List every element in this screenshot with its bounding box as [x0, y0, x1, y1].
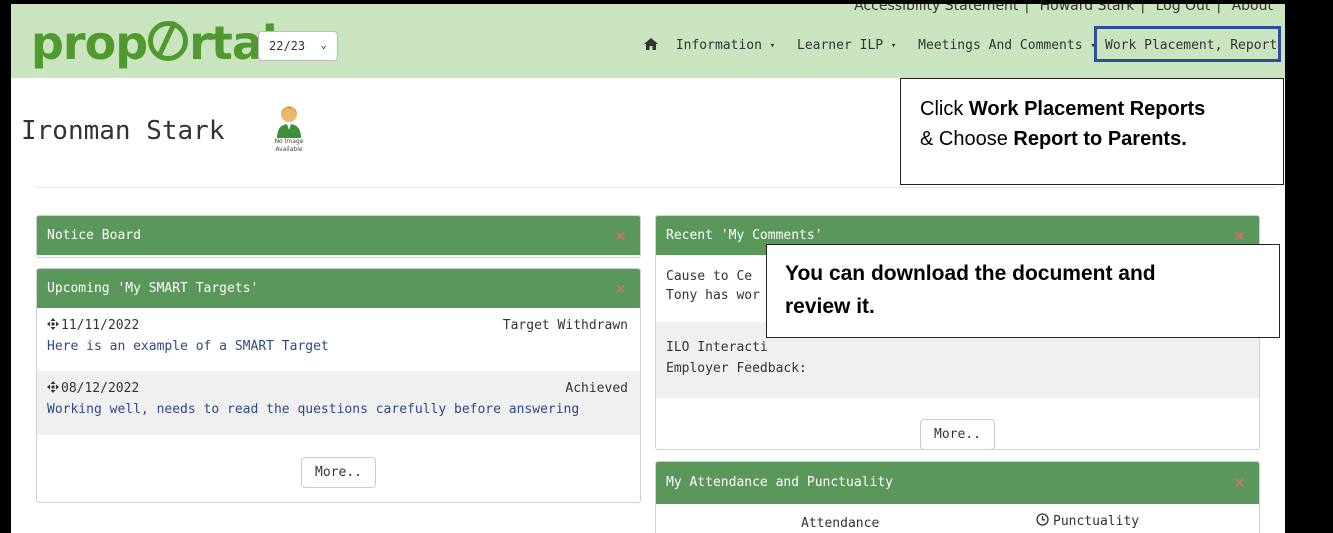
nav-learner-ilp[interactable]: Learner ILP ▾ — [797, 38, 896, 53]
caret-down-icon: ▾ — [890, 41, 897, 51]
year-select[interactable]: 22/23 ⌄ — [258, 31, 338, 61]
punctuality-label-text: Punctuality — [1053, 514, 1140, 529]
home-icon[interactable] — [644, 38, 658, 50]
caret-down-icon: ▾ — [769, 41, 776, 51]
header-bar: Accessibility Statement | Howard Stark | L… — [11, 4, 1285, 78]
person-placeholder-icon — [277, 106, 301, 138]
nav-meetings[interactable]: Meetings And Comments ▾ — [918, 38, 1096, 53]
attendance-title: My Attendance and Punctuality — [666, 475, 893, 490]
notice-board-header: Notice Board ✕ — [37, 216, 640, 255]
target-date: 08/12/2022 — [61, 381, 140, 396]
comment-text: Employer Feedback: — [666, 361, 807, 376]
about-link[interactable]: About — [1232, 4, 1273, 14]
nav-meetings-label: Meetings And Comments — [918, 38, 1083, 53]
accessibility-link[interactable]: Accessibility Statement — [854, 4, 1018, 14]
download-callout: You can download the document and review… — [766, 244, 1280, 338]
notice-board-title: Notice Board — [47, 228, 141, 243]
user-link[interactable]: Howard Stark — [1040, 4, 1135, 14]
proportal-logo[interactable]: prop rtal — [31, 18, 278, 68]
attendance-header: My Attendance and Punctuality ✕ — [656, 462, 1259, 504]
smart-targets-header: Upcoming 'My SMART Targets' ✕ — [37, 269, 640, 308]
notice-board-panel: Notice Board ✕ — [36, 215, 641, 258]
close-icon[interactable]: ✕ — [1234, 462, 1245, 504]
no-image-text: No Image Available — [274, 138, 304, 153]
more-button[interactable]: More.. — [301, 457, 376, 488]
top-links: Accessibility Statement | Howard Stark | L… — [848, 4, 1279, 14]
smart-targets-panel: Upcoming 'My SMART Targets' ✕ 11/11/2022… — [36, 268, 641, 503]
instruction-callout: Click Work Placement Reports & Choose Re… — [900, 78, 1284, 185]
list-item[interactable]: 08/12/2022 Achieved Working well, needs … — [37, 371, 640, 435]
list-item[interactable]: 11/11/2022 Target Withdrawn Here is an e… — [37, 308, 640, 371]
more-button[interactable]: More.. — [920, 419, 995, 449]
punctuality-col-label: Punctuality — [1036, 513, 1139, 529]
app-frame: Accessibility Statement | Howard Stark | L… — [11, 4, 1285, 533]
smart-targets-title: Upcoming 'My SMART Targets' — [47, 281, 259, 296]
more-container: More.. — [37, 435, 640, 488]
nav-learner-ilp-label: Learner ILP — [797, 38, 884, 53]
main-nav: Information ▾ Learner ILP ▾ Meetings And… — [644, 38, 1110, 53]
close-icon[interactable]: ✕ — [615, 216, 626, 255]
divider — [36, 187, 1276, 188]
attendance-col-label: Attendance — [801, 516, 880, 531]
year-select-value: 22/23 — [269, 39, 306, 53]
logout-link[interactable]: Log Out — [1156, 4, 1211, 14]
attendance-columns: Attendance Punctuality — [656, 504, 1259, 533]
close-icon[interactable]: ✕ — [615, 269, 626, 308]
nav-information[interactable]: Information ▾ — [676, 38, 775, 53]
move-icon — [47, 381, 59, 393]
callout-bold-text: Work Placement Reports — [968, 98, 1206, 120]
target-text[interactable]: Working well, needs to read the question… — [47, 402, 630, 417]
attendance-panel: My Attendance and Punctuality ✕ Attendan… — [655, 461, 1260, 533]
learner-name: Ironman Stark — [21, 116, 225, 146]
clock-icon — [1036, 513, 1049, 526]
nav-work-placement-reports[interactable]: Work Placement, Reports — [1094, 26, 1281, 62]
target-status: Achieved — [565, 381, 628, 396]
chevron-down-icon: ⌄ — [320, 38, 327, 51]
move-icon — [47, 318, 59, 330]
callout-bold-text: Report to Parents. — [1013, 128, 1187, 150]
recent-comments-title: Recent 'My Comments' — [666, 228, 823, 243]
comment-title: ILO Interacti — [666, 340, 768, 355]
callout-text: & Choose — [920, 128, 1014, 150]
target-status: Target Withdrawn — [502, 318, 628, 333]
more-container: More.. — [656, 398, 1259, 449]
nav-information-label: Information — [675, 38, 762, 53]
callout-text: Click — [920, 98, 969, 120]
target-date: 11/11/2022 — [61, 318, 140, 333]
target-text[interactable]: Here is an example of a SMART Target — [47, 339, 630, 354]
avatar: No Image Available — [264, 104, 314, 174]
